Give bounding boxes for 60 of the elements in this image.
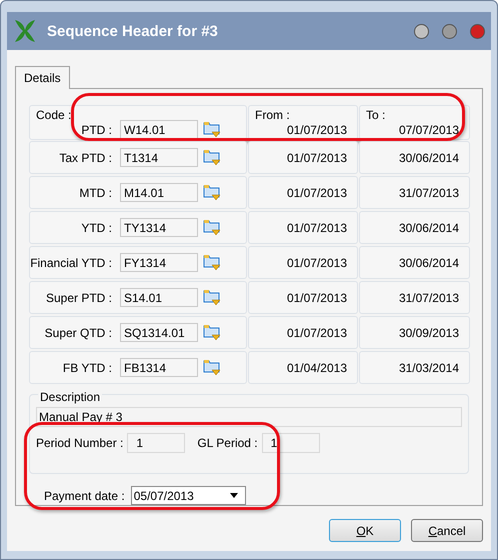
window-title: Sequence Header for #3 (47, 22, 219, 40)
code-field[interactable]: W14.01 (120, 120, 198, 139)
folder-icon[interactable] (203, 184, 221, 201)
folder-icon[interactable] (203, 289, 221, 306)
row-label: PTD : (80, 122, 112, 136)
to-date: 07/07/2013 (398, 122, 459, 136)
row-label: MTD : (78, 186, 112, 200)
from-legend: From : (255, 108, 290, 122)
description-field[interactable]: Manual Pay # 3 (36, 407, 462, 427)
from-date: 01/07/2013 (286, 290, 347, 304)
code-field[interactable]: TY1314 (120, 218, 198, 237)
close-button[interactable] (470, 24, 485, 38)
to-date: 31/03/2014 (398, 360, 459, 374)
to-date: 30/06/2014 (398, 150, 459, 164)
description-legend: Description (38, 390, 102, 404)
folder-icon[interactable] (203, 359, 221, 376)
app-logo-icon (13, 18, 37, 44)
from-date: 01/07/2013 (286, 186, 347, 200)
ok-button[interactable]: OK (329, 519, 401, 542)
minimize-button[interactable] (442, 24, 457, 38)
payment-date-label: Payment date : (44, 488, 125, 502)
row-label: Super QTD : (44, 326, 112, 340)
from-date: 01/07/2013 (286, 326, 347, 340)
folder-icon[interactable] (203, 219, 221, 236)
folder-icon[interactable] (203, 121, 221, 138)
restore-button[interactable] (414, 24, 429, 38)
code-field[interactable]: S14.01 (120, 288, 198, 307)
row-label: Tax PTD : (58, 150, 112, 164)
from-date: 01/07/2013 (286, 220, 347, 234)
from-date: 01/07/2013 (286, 150, 347, 164)
to-date: 30/06/2014 (398, 220, 459, 234)
cancel-button[interactable]: Cancel (411, 519, 483, 542)
gl-period-field[interactable]: 1 (262, 433, 320, 453)
folder-icon[interactable] (203, 149, 221, 166)
to-date: 30/06/2014 (398, 256, 459, 270)
row-label: FB YTD : (62, 360, 112, 374)
to-date: 30/09/2013 (398, 326, 459, 340)
to-date: 31/07/2013 (398, 290, 459, 304)
period-number-field[interactable]: 1 (127, 433, 186, 453)
caret-icon (230, 493, 238, 498)
details-tab[interactable]: Details (15, 66, 70, 89)
code-field[interactable]: SQ1314.01 (120, 323, 198, 342)
period-number-label: Period Number : (36, 436, 124, 450)
row-label: Financial YTD : (30, 256, 112, 270)
from-date: 01/07/2013 (286, 256, 347, 270)
code-legend: Code : (36, 108, 72, 122)
folder-icon[interactable] (203, 324, 221, 341)
code-field[interactable]: FY1314 (120, 253, 198, 272)
row-label: YTD : (80, 220, 112, 234)
code-field[interactable]: M14.01 (120, 183, 198, 202)
code-field[interactable]: FB1314 (120, 358, 198, 377)
folder-icon[interactable] (203, 254, 221, 271)
code-field[interactable]: T1314 (120, 148, 198, 167)
to-legend: To : (366, 108, 386, 122)
from-date: 01/04/2013 (286, 360, 347, 374)
row-label: Super PTD : (44, 290, 112, 304)
from-date: 01/07/2013 (286, 122, 347, 136)
gl-period-label: GL Period : (197, 436, 258, 450)
payment-date-dropdown[interactable]: 05/07/2013 (130, 486, 246, 505)
to-date: 31/07/2013 (398, 186, 459, 200)
